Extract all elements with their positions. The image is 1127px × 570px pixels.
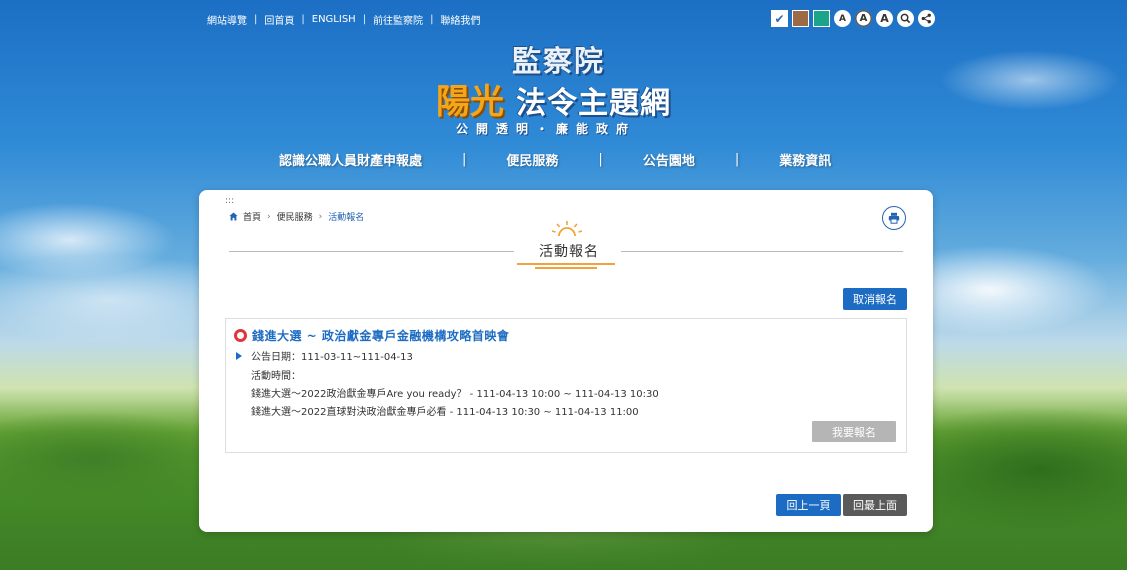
accesskey-marker[interactable]: ::: — [225, 196, 234, 206]
logo-org: 監察院 — [512, 44, 606, 78]
ring-icon — [234, 329, 247, 342]
sun-icon — [551, 221, 583, 237]
event-item: 錢進大選 ~ 政治獻金專戶金融機構攻略首映會 公告日期：111-03-11~11… — [225, 318, 907, 453]
link-separator: | — [254, 14, 258, 25]
title-rule-left — [229, 251, 514, 252]
contact-link[interactable]: 聯絡我們 — [440, 12, 480, 27]
font-large-icon[interactable]: A — [876, 10, 893, 27]
top-utility-links: 網站導覽 | 回首頁 | ENGLISH | 前往監察院 | 聯絡我們 — [207, 12, 480, 27]
cancel-registration-button[interactable]: 取消報名 — [843, 288, 907, 310]
logo-sun-text: 陽光 — [436, 82, 504, 122]
content-card: ::: 首頁 › 便民服務 › 活動報名 活動報名 取消報名 錢進大選 ~ 政治… — [199, 190, 933, 532]
font-small-icon[interactable]: A — [834, 10, 851, 27]
page-title-block: 活動報名 — [229, 220, 903, 270]
green-theme-swatch[interactable] — [813, 10, 830, 27]
event-title[interactable]: 錢進大選 ~ 政治獻金專戶金融機構攻略首映會 — [252, 327, 509, 344]
control-yuan-link[interactable]: 前往監察院 — [373, 12, 423, 27]
nav-separator: | — [462, 152, 467, 167]
check-theme-icon[interactable]: ✔ — [771, 10, 788, 27]
link-separator: | — [362, 14, 367, 25]
search-icon[interactable] — [897, 10, 914, 27]
main-nav: 認識公職人員財產申報處 | 便民服務 | 公告園地 | 業務資訊 — [279, 150, 831, 169]
font-medium-icon[interactable]: A — [855, 10, 872, 27]
event-session: 錢進大選～2022政治獻金專戶Are you ready？ - 111-04-1… — [251, 389, 659, 400]
event-date-row: 公告日期：111-03-11~111-04-13 — [236, 348, 413, 363]
title-underline — [517, 263, 615, 265]
share-icon[interactable] — [918, 10, 935, 27]
title-rule-right — [621, 251, 903, 252]
accessibility-toolbar: ✔ A A A — [771, 10, 935, 27]
sitemap-link[interactable]: 網站導覽 — [207, 12, 247, 27]
event-title-row: 錢進大選 ~ 政治獻金專戶金融機構攻略首映會 — [234, 327, 509, 344]
nav-item-services[interactable]: 便民服務 — [506, 150, 558, 169]
event-session: 錢進大選～2022直球對決政治獻金專戶必看 - 111-04-13 10:30 … — [251, 407, 639, 418]
event-date: 公告日期：111-03-11~111-04-13 — [251, 352, 413, 363]
title-underline-short — [535, 267, 597, 269]
brown-theme-swatch[interactable] — [792, 10, 809, 27]
nav-item-announcements[interactable]: 公告園地 — [643, 150, 695, 169]
site-logo[interactable]: 監察院 陽光 法令主題網 公開透明・廉能政府 — [436, 38, 692, 140]
back-to-top-button[interactable]: 回最上面 — [843, 494, 907, 516]
page-title: 活動報名 — [539, 244, 599, 260]
logo-topic: 法令主題網 — [516, 86, 671, 121]
logo-slogan: 公開透明・廉能政府 — [456, 122, 637, 136]
triangle-right-icon — [236, 351, 242, 360]
signup-button[interactable]: 我要報名 — [812, 421, 896, 442]
nav-separator: | — [598, 152, 603, 167]
nav-separator: | — [734, 152, 740, 167]
nav-item-declaration[interactable]: 認識公職人員財產申報處 — [279, 150, 422, 169]
event-time-label: 活動時間： — [251, 371, 301, 382]
link-separator: | — [301, 14, 305, 25]
link-separator: | — [430, 14, 434, 25]
back-button[interactable]: 回上一頁 — [776, 494, 841, 516]
english-link[interactable]: ENGLISH — [312, 14, 356, 25]
home-link[interactable]: 回首頁 — [264, 12, 294, 27]
nav-item-business[interactable]: 業務資訊 — [779, 150, 831, 169]
